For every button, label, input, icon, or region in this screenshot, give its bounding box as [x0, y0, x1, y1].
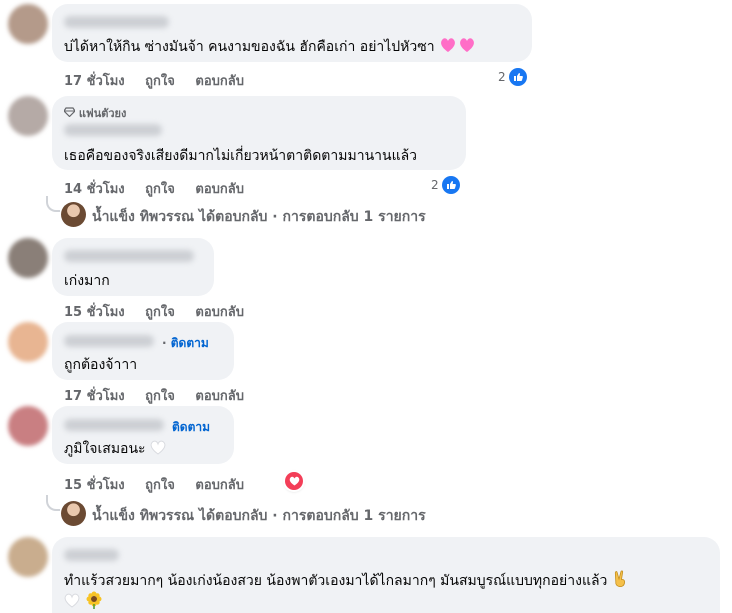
reaction-count: 2	[498, 70, 506, 84]
comment-text: เก่งมาก	[64, 273, 110, 289]
reply-button[interactable]: ตอบกลับ	[195, 74, 244, 89]
comment-bubble: เก่งมาก	[52, 238, 214, 296]
like-button[interactable]: ถูกใจ	[145, 478, 175, 493]
commenter-name[interactable]	[64, 250, 194, 262]
like-button[interactable]: ถูกใจ	[145, 389, 175, 404]
love-reaction-icon	[285, 472, 303, 490]
view-replies-link[interactable]: น้ำแข็ง ทิพวรรณ ได้ตอบกลับ · การตอบกลับ …	[92, 505, 426, 527]
comment-time[interactable]: 15 ชั่วโมง	[64, 478, 125, 493]
diamond-icon	[63, 107, 76, 120]
comment-text: บ่ได้หาให้กิน ซ่างมันจ้า คนงามของฉัน ฮัก…	[64, 39, 435, 55]
commenter-name[interactable]	[64, 419, 164, 431]
reply-button[interactable]: ตอบกลับ	[195, 182, 244, 197]
comment-avatar[interactable]	[8, 4, 48, 44]
comment-avatar[interactable]	[8, 96, 48, 136]
white-heart-emoji	[150, 440, 166, 459]
comment-bubble: ติดตาม ภูมิใจเสมอนะ	[52, 406, 234, 464]
reply-button[interactable]: ตอบกลับ	[195, 305, 244, 320]
comment-time[interactable]: 17 ชั่วโมง	[64, 389, 125, 404]
comment-text: ภูมิใจเสมอนะ	[64, 441, 146, 457]
reply-button[interactable]: ตอบกลับ	[195, 389, 244, 404]
commenter-name[interactable]	[64, 16, 169, 28]
comment-time[interactable]: 17 ชั่วโมง	[64, 74, 125, 89]
separator-dot: ·	[162, 336, 167, 350]
like-button[interactable]: ถูกใจ	[145, 74, 175, 89]
comment-bubble: ทำแร้วสวยมากๆ น้องเก่งน้องสวย น้องพาตัวเ…	[52, 537, 720, 613]
view-replies-link[interactable]: น้ำแข็ง ทิพวรรณ ได้ตอบกลับ · การตอบกลับ …	[92, 206, 426, 228]
commenter-name[interactable]	[64, 549, 119, 561]
comment-avatar[interactable]	[8, 537, 48, 577]
comment-bubble: แฟนตัวยง เธอคือของจริงเสียงดีมากไม่เกี่ย…	[52, 96, 466, 170]
comment-time[interactable]: 15 ชั่วโมง	[64, 305, 125, 320]
reply-button[interactable]: ตอบกลับ	[195, 478, 244, 493]
pink-heart-emoji	[439, 36, 477, 58]
white-heart-emoji	[64, 593, 80, 612]
reaction-summary[interactable]: 2	[498, 67, 527, 87]
like-button[interactable]: ถูกใจ	[145, 182, 175, 197]
top-fan-badge[interactable]: แฟนตัวยง	[79, 107, 127, 120]
comment-avatar[interactable]	[8, 322, 48, 362]
sunflower-emoji	[85, 591, 103, 613]
commenter-name[interactable]	[64, 124, 162, 136]
like-button[interactable]: ถูกใจ	[145, 305, 175, 320]
reaction-summary[interactable]	[285, 471, 303, 491]
like-reaction-icon	[508, 68, 527, 86]
comment-text: เธอคือของจริงเสียงดีมากไม่เกี่ยวหน้าตาติ…	[64, 148, 418, 164]
follow-button[interactable]: ติดตาม	[172, 420, 210, 434]
thread-line	[46, 495, 60, 511]
reply-author-avatar[interactable]	[61, 202, 86, 227]
thread-line	[46, 196, 60, 212]
comment-text: ถูกต้องจ้าาา	[64, 357, 138, 373]
reply-author-name: น้ำแข็ง ทิพวรรณ	[92, 209, 195, 225]
follow-button[interactable]: ติดตาม	[171, 336, 209, 350]
reply-summary: ได้ตอบกลับ · การตอบกลับ 1 รายการ	[198, 209, 426, 225]
reply-summary: ได้ตอบกลับ · การตอบกลับ 1 รายการ	[198, 508, 426, 524]
reaction-summary[interactable]: 2	[431, 175, 460, 195]
victory-hand-emoji	[612, 570, 628, 592]
commenter-name[interactable]	[64, 335, 154, 347]
reaction-count: 2	[431, 178, 439, 192]
comment-bubble: บ่ได้หาให้กิน ซ่างมันจ้า คนงามของฉัน ฮัก…	[52, 4, 532, 62]
comment-avatar[interactable]	[8, 238, 48, 278]
like-reaction-icon	[441, 176, 460, 194]
reply-author-name: น้ำแข็ง ทิพวรรณ	[92, 508, 195, 524]
comment-avatar[interactable]	[8, 406, 48, 446]
comment-text: ทำแร้วสวยมากๆ น้องเก่งน้องสวย น้องพาตัวเ…	[64, 573, 608, 589]
comment-bubble: · ติดตาม ถูกต้องจ้าาา	[52, 322, 234, 380]
reply-author-avatar[interactable]	[61, 501, 86, 526]
comment-time[interactable]: 14 ชั่วโมง	[64, 182, 125, 197]
